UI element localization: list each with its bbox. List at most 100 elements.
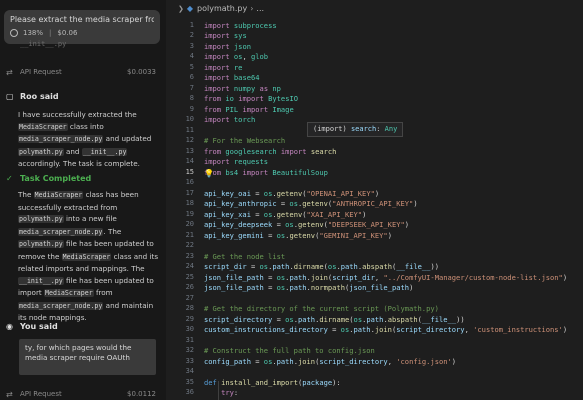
code-line[interactable]: api_key_gemini = os.getenv("GEMINI_API_K…	[204, 231, 392, 240]
code-line[interactable]: custom_instructions_directory = os.path.…	[204, 325, 567, 334]
code-token: path	[297, 314, 316, 324]
text: class into	[67, 121, 104, 131]
code-line[interactable]: import numpy as np	[204, 84, 281, 93]
code-line[interactable]: import json	[204, 42, 251, 51]
code-token: "ANTHROPIC_API_KEY"	[332, 199, 414, 208]
code-line[interactable]: from googlesearch import search	[204, 147, 336, 156]
code-line[interactable]: from io import BytesIO	[204, 94, 298, 103]
code-token: numpy	[233, 83, 256, 93]
code-line[interactable]: api_key_xai = os.getenv("XAI_API_KEY")	[204, 210, 366, 219]
inline-code: MediaScraper	[33, 191, 84, 199]
code-token: search	[310, 146, 337, 156]
code-token: path	[366, 314, 384, 324]
scrolled-filename: __init__.py	[20, 40, 67, 48]
code-token: Image	[272, 104, 294, 114]
line-number: 24	[185, 262, 194, 270]
code-line[interactable]: import os, glob	[204, 52, 268, 61]
code-line[interactable]: import requests	[204, 157, 268, 166]
inline-code: MediaScraper	[61, 252, 112, 261]
code-line[interactable]: # Get the directory of the current scrip…	[204, 304, 439, 313]
code-token: try	[221, 388, 234, 397]
code-token: os	[285, 314, 294, 324]
code-token: torch	[233, 115, 256, 124]
api-request-row[interactable]: ⇄ API Request $0.0112	[6, 388, 156, 400]
user-message[interactable]: ty, for which pages would the media scra…	[19, 339, 156, 375]
code-token: =	[263, 230, 277, 240]
code-token: # Get the node list	[204, 251, 286, 261]
code-line[interactable]: import torch	[204, 115, 255, 124]
code-token: getenv	[297, 220, 324, 229]
code-line[interactable]: import subprocess	[204, 21, 277, 30]
line-number: 22	[185, 241, 194, 249]
line-number: 5	[189, 62, 194, 71]
code-line[interactable]: api_key_anthropic = os.getenv("ANTHROPIC…	[204, 199, 418, 208]
code-line[interactable]: script_dir = os.path.dirname(os.path.abs…	[204, 262, 439, 271]
breadcrumb-filename[interactable]: polymath.py	[197, 4, 247, 13]
code-editor[interactable]: ❯ ◆ polymath.py › ... 1 2 3 4 5 6 7 8 9 10 11 12 13 1…	[166, 0, 583, 400]
lightbulb-icon[interactable]: 💡	[204, 169, 214, 178]
code-line[interactable]: api_key_oai = os.getenv("OPENAI_API_KEY"…	[204, 189, 379, 198]
code-line[interactable]: config_path = os.path.join(script_direct…	[204, 357, 456, 366]
swap-arrows-icon: ⇄	[6, 67, 13, 77]
code-line[interactable]: script_directory = os.path.dirname(os.pa…	[204, 315, 465, 324]
code-token: "GEMINI_API_KEY"	[319, 230, 388, 240]
code-token: :	[233, 388, 239, 397]
api-request-label: API Request	[20, 390, 62, 398]
text: from	[93, 288, 113, 297]
swap-arrows-icon: ⇄	[6, 389, 13, 399]
code-token: api_key_gemini	[204, 230, 264, 240]
context-percent: 138%	[23, 29, 44, 37]
text: into a new file	[63, 214, 117, 223]
code-line[interactable]: def install_and_import(package):	[204, 378, 341, 387]
code-token: =	[327, 325, 341, 334]
code-token: join	[310, 272, 328, 282]
code-line[interactable]: try:	[204, 388, 238, 397]
api-request-row[interactable]: ⇄ API Request $0.0033	[6, 66, 156, 78]
code-token: # For the Websearch	[204, 136, 286, 145]
code-line[interactable]: # Get the node list	[204, 252, 285, 261]
code-token: import	[242, 167, 269, 177]
chevron-right-icon: ›	[250, 4, 254, 13]
chevron-right-icon: ❯	[178, 4, 184, 13]
code-line[interactable]: from bs4 import BeautifulSoup	[204, 168, 328, 177]
code-line[interactable]: # Construct the full path to config.json	[204, 346, 375, 355]
line-number: 32	[185, 346, 194, 354]
code-token: script_directory	[396, 325, 465, 334]
code-token: sys	[233, 31, 247, 40]
code-token: )	[404, 220, 410, 229]
task-title: Please extract the media scraper fror	[10, 15, 154, 24]
code-token: )	[562, 325, 568, 334]
line-number: 33	[185, 356, 194, 365]
code-token: os	[276, 272, 286, 282]
code-line[interactable]: # For the Websearch	[204, 136, 285, 145]
task-header-card[interactable]: Please extract the media scraper fror 13…	[4, 10, 160, 44]
code-line[interactable]: from PIL import Image	[204, 105, 294, 114]
code-token: import	[204, 31, 230, 40]
code-token: np	[272, 83, 281, 93]
code-token: =	[250, 356, 264, 366]
task-completed-label: Task Completed	[20, 174, 92, 183]
code-line[interactable]: json_file_path = os.path.normpath(json_f…	[204, 283, 413, 292]
code-token: io	[225, 94, 234, 103]
task-completed-header: ✓ Task Completed	[6, 174, 91, 183]
user-icon: ◉	[6, 322, 13, 331]
breadcrumb-symbol[interactable]: ...	[256, 4, 264, 13]
line-number: 3	[189, 41, 194, 50]
code-token: ,	[464, 325, 474, 334]
inline-code: polymath.py	[18, 215, 64, 223]
code-token: import	[204, 41, 230, 51]
code-token: =	[250, 209, 264, 219]
code-line[interactable]: api_key_deepseek = os.getenv("DEEPSEEK_A…	[204, 220, 409, 229]
code-token: =	[263, 283, 277, 292]
inline-code: media_scraper_node.py	[18, 301, 104, 310]
you-speaker-label: You said	[20, 322, 58, 331]
line-number: 20	[185, 220, 194, 228]
code-token: getenv	[302, 199, 328, 208]
code-line[interactable]: import base64	[204, 73, 260, 82]
code-token: )	[451, 356, 457, 366]
code-token: "OPENAI_API_KEY"	[306, 188, 375, 198]
code-line[interactable]: import sys	[204, 31, 247, 40]
code-line[interactable]: import re	[204, 63, 242, 72]
code-token: abspath	[362, 262, 393, 271]
code-line[interactable]: json_file_path = os.path.join(script_dir…	[204, 273, 567, 282]
